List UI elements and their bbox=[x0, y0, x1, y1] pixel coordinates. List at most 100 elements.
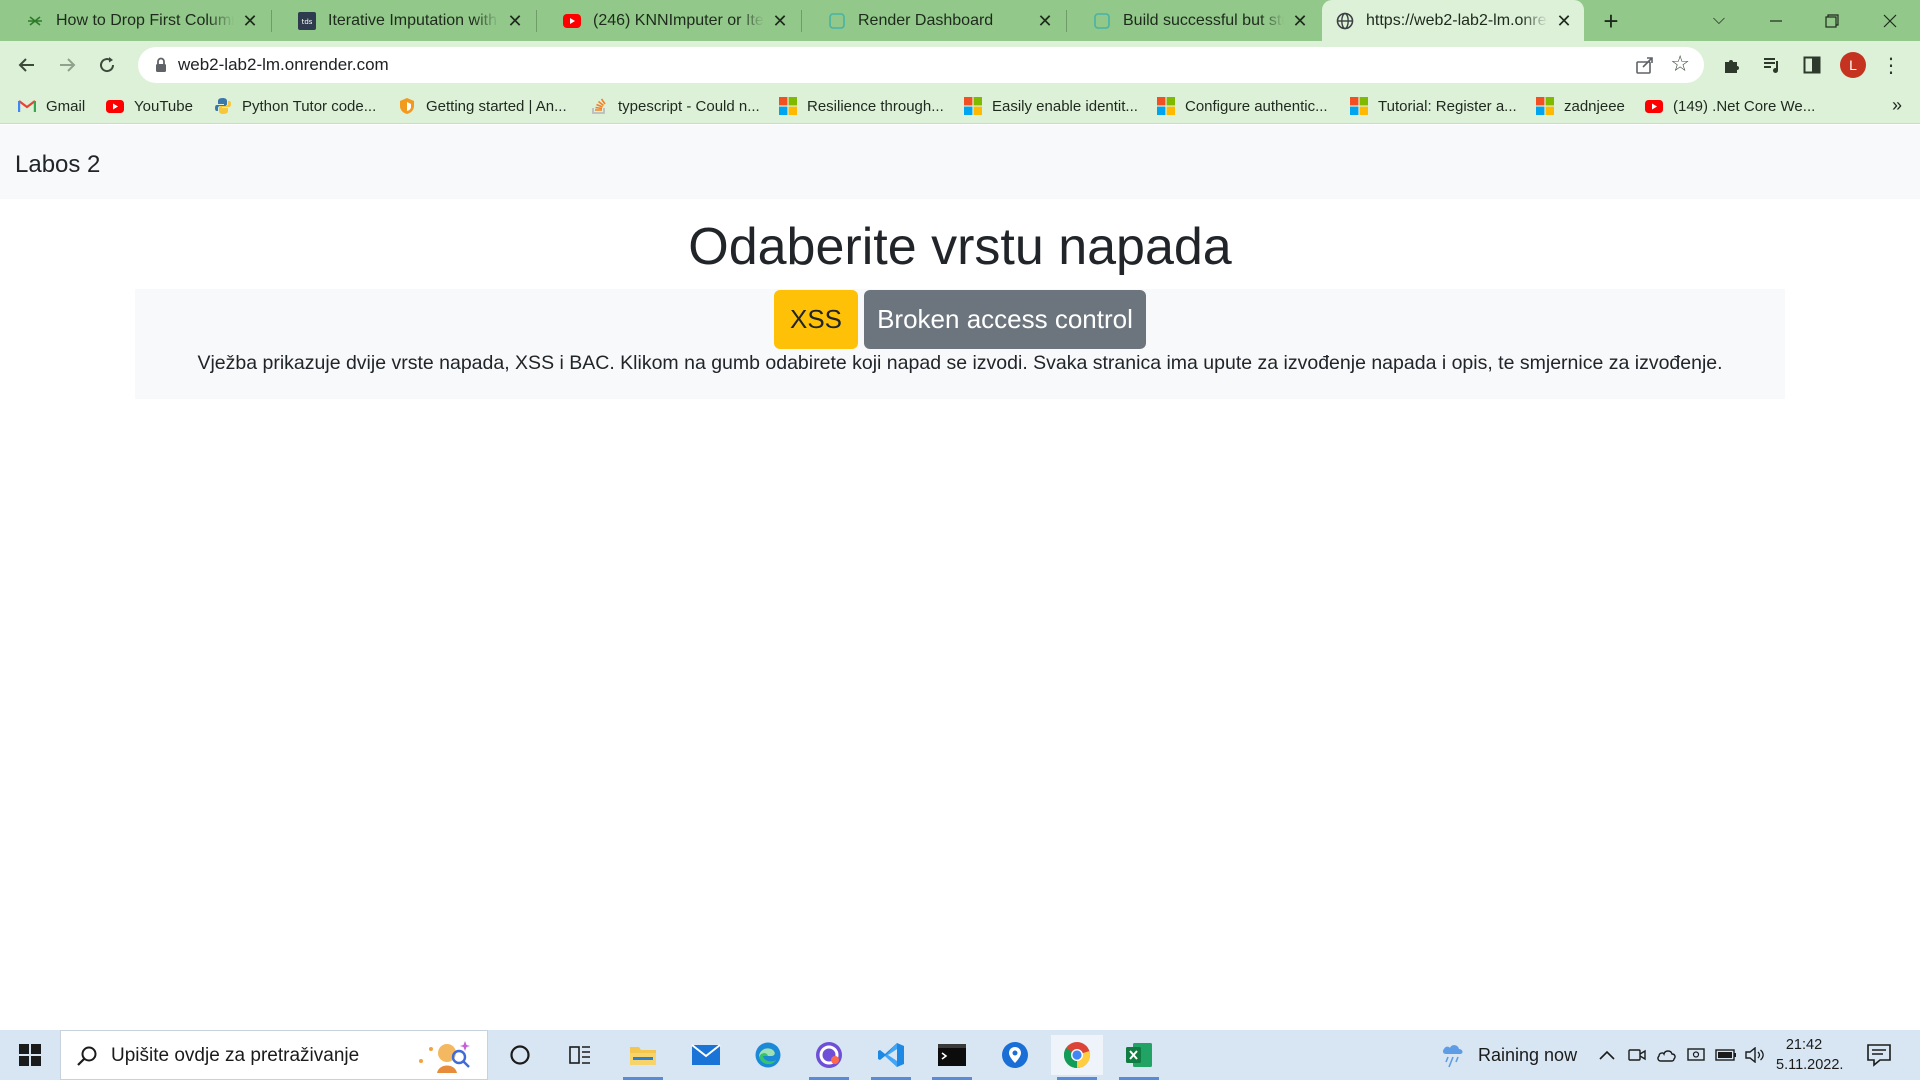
browser-tab-active[interactable]: https://web2-lab2-lm.onren ✕ bbox=[1322, 0, 1584, 41]
display-settings-icon[interactable] bbox=[1685, 1044, 1707, 1066]
youtube-icon bbox=[106, 97, 124, 115]
file-explorer-icon[interactable] bbox=[617, 1035, 669, 1080]
clock-date: 5.11.2022. bbox=[1776, 1057, 1844, 1073]
tab-search-chevron-icon[interactable]: ⌵ bbox=[1707, 8, 1731, 32]
tab-title: How to Drop First Column i bbox=[56, 11, 234, 29]
windows-start-icon[interactable] bbox=[10, 1040, 50, 1070]
restore-button[interactable] bbox=[1804, 0, 1860, 41]
microsoft-icon bbox=[1536, 97, 1554, 115]
globe-icon bbox=[1336, 12, 1354, 30]
maps-pin-icon[interactable] bbox=[989, 1035, 1041, 1075]
tab-title: Render Dashboard bbox=[858, 11, 994, 29]
battery-icon[interactable] bbox=[1715, 1044, 1737, 1066]
page-title: Odaberite vrstu napada bbox=[688, 218, 1232, 276]
close-tab-icon[interactable]: ✕ bbox=[240, 11, 260, 31]
browser-tab-strip: How to Drop First Column i ✕ tds Iterati… bbox=[0, 0, 1920, 41]
bookmark-youtube[interactable]: YouTube bbox=[106, 89, 193, 123]
bookmark-tutorial-register[interactable]: Tutorial: Register a... bbox=[1350, 89, 1517, 123]
reload-icon[interactable] bbox=[91, 49, 123, 81]
close-tab-icon[interactable]: ✕ bbox=[770, 11, 790, 31]
close-tab-icon[interactable]: ✕ bbox=[1035, 11, 1055, 31]
profile-avatar[interactable]: L bbox=[1840, 52, 1866, 78]
render-icon bbox=[828, 12, 846, 30]
task-view-icon[interactable] bbox=[554, 1035, 606, 1075]
bookmark-label: zadnjeee bbox=[1564, 97, 1625, 115]
bookmark-label: Easily enable identit... bbox=[992, 97, 1138, 115]
browser-tab[interactable]: tds Iterative Imputation with Sc ✕ bbox=[272, 0, 535, 41]
close-tab-icon[interactable]: ✕ bbox=[505, 11, 525, 31]
address-bar[interactable]: web2-lab2-lm.onrender.com ☆ bbox=[138, 47, 1704, 83]
edge-icon[interactable] bbox=[742, 1035, 794, 1075]
new-tab-button[interactable]: + bbox=[1596, 7, 1626, 37]
rain-cloud-icon bbox=[1440, 1042, 1470, 1068]
bookmark-label: typescript - Could n... bbox=[618, 97, 760, 115]
extensions-puzzle-icon[interactable] bbox=[1719, 52, 1745, 78]
lock-icon[interactable] bbox=[152, 56, 170, 74]
bookmark-typescript[interactable]: typescript - Could n... bbox=[590, 89, 760, 123]
bookmark-net-core[interactable]: (149) .Net Core We... bbox=[1645, 89, 1815, 123]
discord-style-app-icon[interactable] bbox=[803, 1035, 855, 1080]
microsoft-icon bbox=[779, 97, 797, 115]
cortana-icon[interactable] bbox=[494, 1035, 546, 1075]
share-icon[interactable] bbox=[1634, 54, 1656, 76]
tab-title: (246) KNNImputer or Iterat bbox=[593, 11, 764, 29]
youtube-icon bbox=[1645, 97, 1663, 115]
bookmark-getting-started[interactable]: Getting started | An... bbox=[398, 89, 567, 123]
show-hidden-icons-chevron-icon[interactable] bbox=[1596, 1044, 1618, 1066]
stackoverflow-icon bbox=[590, 97, 608, 115]
browser-tab[interactable]: How to Drop First Column i ✕ bbox=[0, 0, 270, 41]
terminal-icon[interactable] bbox=[926, 1035, 978, 1080]
bookmark-zadnjeee[interactable]: zadnjeee bbox=[1536, 89, 1625, 123]
back-arrow-icon[interactable] bbox=[11, 49, 43, 81]
bookmark-easily-enable[interactable]: Easily enable identit... bbox=[964, 89, 1138, 123]
notifications-icon[interactable] bbox=[1866, 1043, 1892, 1067]
onedrive-cloud-icon[interactable] bbox=[1655, 1044, 1677, 1066]
bookmark-star-icon[interactable]: ☆ bbox=[1670, 51, 1690, 77]
chrome-icon[interactable] bbox=[1051, 1035, 1103, 1080]
browser-tab[interactable]: (246) KNNImputer or Iterat ✕ bbox=[537, 0, 800, 41]
render-icon bbox=[1093, 12, 1111, 30]
chrome-menu-icon[interactable]: ⋮ bbox=[1878, 52, 1904, 78]
screen: How to Drop First Column i ✕ tds Iterati… bbox=[0, 0, 1920, 1080]
navbar-brand[interactable]: Labos 2 bbox=[15, 151, 100, 179]
bookmark-label: YouTube bbox=[134, 97, 193, 115]
shield-icon bbox=[398, 97, 416, 115]
volume-icon[interactable] bbox=[1744, 1044, 1766, 1066]
tab-title: https://web2-lab2-lm.onren bbox=[1366, 11, 1548, 29]
vscode-icon[interactable] bbox=[865, 1035, 917, 1080]
close-tab-icon[interactable]: ✕ bbox=[1554, 11, 1574, 31]
bookmark-gmail[interactable]: Gmail bbox=[18, 89, 85, 123]
description-text: Vježba prikazuje dvije vrste napada, XSS… bbox=[197, 352, 1723, 374]
mail-icon[interactable] bbox=[680, 1035, 732, 1075]
browser-tab[interactable]: Render Dashboard ✕ bbox=[802, 0, 1065, 41]
bookmark-resilience[interactable]: Resilience through... bbox=[779, 89, 944, 123]
side-panel-icon[interactable] bbox=[1799, 52, 1825, 78]
browser-tab[interactable]: Build successful but stuck o ✕ bbox=[1067, 0, 1320, 41]
forward-arrow-icon[interactable] bbox=[51, 49, 83, 81]
close-window-button[interactable] bbox=[1862, 0, 1918, 41]
bookmark-python-tutor[interactable]: Python Tutor code... bbox=[214, 89, 376, 123]
clock-time: 21:42 bbox=[1785, 1037, 1823, 1053]
svg-text:tds: tds bbox=[302, 18, 313, 26]
media-control-icon[interactable] bbox=[1759, 52, 1785, 78]
url-text[interactable]: web2-lab2-lm.onrender.com bbox=[178, 55, 389, 75]
search-highlight-illustration-icon bbox=[413, 1037, 473, 1075]
browser-toolbar: web2-lab2-lm.onrender.com ☆ L ⋮ bbox=[0, 41, 1920, 89]
broken-access-control-button[interactable]: Broken access control bbox=[864, 290, 1146, 349]
bookmark-configure-authentic[interactable]: Configure authentic... bbox=[1157, 89, 1328, 123]
tab-title: Iterative Imputation with Sc bbox=[328, 11, 499, 29]
bookmark-label: Gmail bbox=[46, 97, 86, 115]
xss-button[interactable]: XSS bbox=[774, 290, 858, 349]
taskbar-clock[interactable]: 21:42 5.11.2022. bbox=[1776, 1035, 1844, 1075]
minimize-button[interactable] bbox=[1748, 0, 1804, 41]
tds-icon: tds bbox=[298, 11, 316, 30]
taskbar-search-box[interactable]: Upišite ovdje za pretraživanje bbox=[60, 1030, 488, 1080]
weather-text: Raining now bbox=[1478, 1044, 1578, 1065]
meet-now-camera-icon[interactable] bbox=[1626, 1044, 1648, 1066]
app-navbar: Labos 2 bbox=[0, 125, 1920, 199]
weather-widget[interactable]: Raining now bbox=[1440, 1042, 1577, 1068]
excel-icon[interactable] bbox=[1113, 1035, 1165, 1080]
more-bookmarks-chevron-icon[interactable]: » bbox=[1892, 95, 1902, 116]
windows-taskbar: Upišite ovdje za pretraživanje Raining n… bbox=[0, 1030, 1920, 1080]
close-tab-icon[interactable]: ✕ bbox=[1290, 11, 1310, 31]
